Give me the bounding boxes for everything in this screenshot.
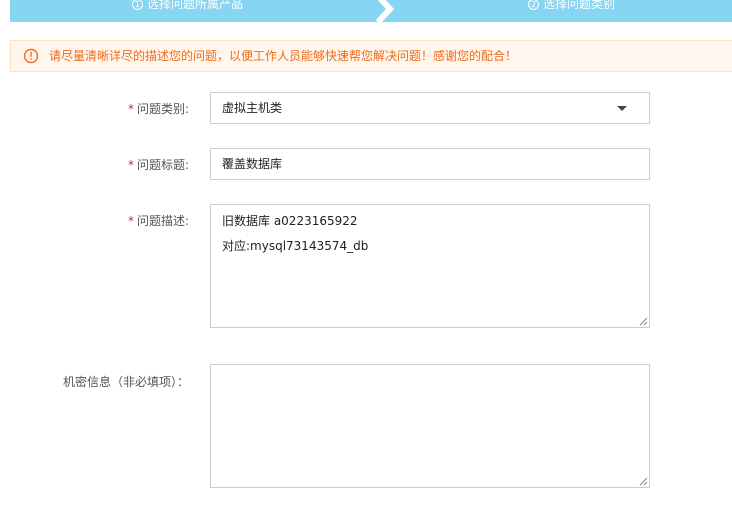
- step-number: 1: [132, 0, 143, 10]
- required-mark: *: [127, 158, 134, 172]
- notice-text: 请尽量清晰详尽的描述您的问题，以便工作人员能够快速帮您解决问题！感谢您的配合！: [49, 49, 518, 63]
- category-select-value: 虚拟主机类: [222, 101, 283, 115]
- secret-info-label: 机密信息（非必填项）：: [62, 375, 189, 389]
- step-number: 2: [528, 0, 539, 10]
- description-line: 旧数据库 a0223165922: [222, 214, 358, 228]
- title-input-value: 覆盖数据库: [222, 157, 283, 171]
- description-label-text: 问题描述:: [136, 214, 189, 228]
- step-label: 选择问题所属产品: [147, 0, 244, 11]
- resize-grip-icon[interactable]: [638, 476, 648, 486]
- description-line: 对应:mysql73143574_db: [222, 239, 369, 253]
- required-mark: *: [127, 214, 134, 228]
- progress-steps-bar: 1 选择问题所属产品 2 选择问题类别: [10, 0, 732, 25]
- title-input[interactable]: 覆盖数据库: [210, 148, 650, 180]
- title-label: * 问题标题:: [128, 156, 189, 173]
- resize-grip-icon[interactable]: [638, 316, 648, 326]
- step-separator-chevron-icon: [375, 0, 395, 25]
- category-label: * 问题类别:: [128, 100, 189, 117]
- required-mark: *: [127, 102, 134, 116]
- description-textarea[interactable]: 旧数据库 a0223165922 对应:mysql73143574_db: [210, 204, 650, 328]
- description-label: * 问题描述:: [128, 212, 189, 229]
- warning-circle-icon: [23, 48, 39, 64]
- title-label-text: 问题标题:: [136, 158, 189, 172]
- step-label: 选择问题类别: [543, 0, 616, 11]
- notice-banner: 请尽量清晰详尽的描述您的问题，以便工作人员能够快速帮您解决问题！感谢您的配合！: [10, 40, 732, 72]
- chevron-down-icon: [617, 106, 627, 111]
- secret-info-textarea[interactable]: [210, 364, 650, 488]
- step-select-category: 2 选择问题类别: [528, 0, 615, 20]
- category-select[interactable]: 虚拟主机类: [210, 92, 650, 124]
- category-label-text: 问题类别:: [136, 102, 189, 116]
- step-select-product: 1 选择问题所属产品: [132, 0, 243, 20]
